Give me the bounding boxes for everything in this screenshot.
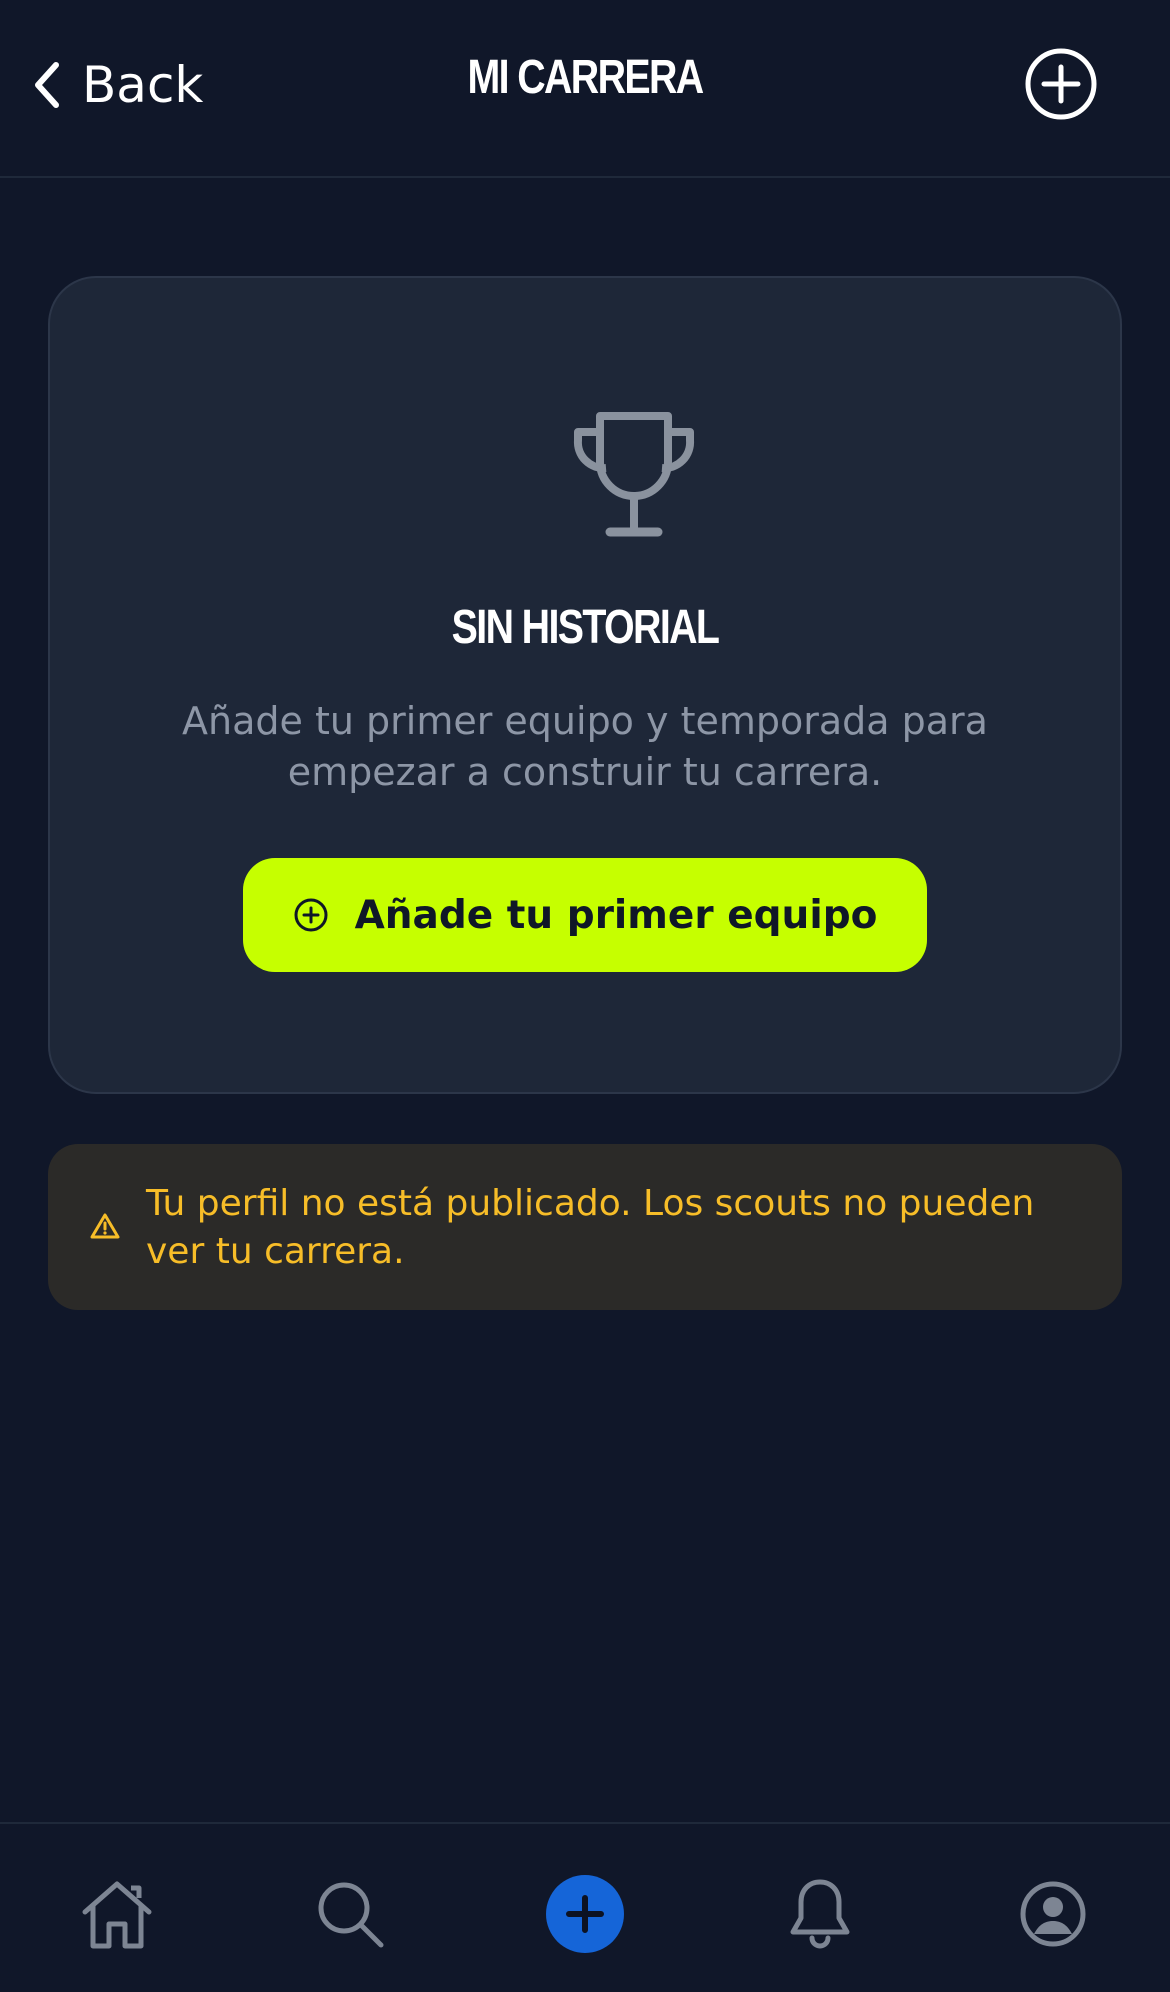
bell-icon bbox=[790, 1879, 850, 1949]
warning-triangle-icon bbox=[90, 1213, 120, 1239]
empty-state-description: Añade tu primer equipo y temporada para … bbox=[182, 699, 988, 794]
plus-circle-icon bbox=[294, 898, 328, 932]
search-icon bbox=[318, 1882, 384, 1948]
plus-circle-icon[interactable] bbox=[1024, 47, 1098, 121]
add-first-team-button[interactable]: Añade tu primer equipo bbox=[243, 858, 927, 972]
chevron-left-icon bbox=[35, 62, 59, 108]
home-icon bbox=[82, 1881, 152, 1949]
page-title: MI CARRERA bbox=[467, 51, 704, 104]
trophy-icon bbox=[573, 412, 695, 537]
tab-profile[interactable] bbox=[1013, 1874, 1093, 1954]
navigation-header: Back MI CARRERA bbox=[0, 0, 1170, 178]
unpublished-warning-banner: Tu perfil no está publicado. Los scouts … bbox=[48, 1144, 1122, 1310]
career-screen: Back MI CARRERA SIN HISTORIAL Añade tu p… bbox=[0, 0, 1170, 1992]
tab-create[interactable] bbox=[545, 1874, 625, 1954]
add-first-team-label: Añade tu primer equipo bbox=[354, 892, 878, 938]
user-circle-icon bbox=[1020, 1881, 1086, 1947]
tab-notifications[interactable] bbox=[780, 1874, 860, 1954]
tab-search[interactable] bbox=[310, 1874, 390, 1954]
bottom-tab-bar bbox=[0, 1822, 1170, 1992]
plus-icon bbox=[546, 1875, 624, 1953]
empty-state-title: SIN HISTORIAL bbox=[451, 601, 720, 654]
empty-state-card: SIN HISTORIAL Añade tu primer equipo y t… bbox=[48, 276, 1122, 1094]
tab-home[interactable] bbox=[77, 1874, 157, 1954]
warning-text: Tu perfil no está publicado. Los scouts … bbox=[146, 1183, 1035, 1272]
